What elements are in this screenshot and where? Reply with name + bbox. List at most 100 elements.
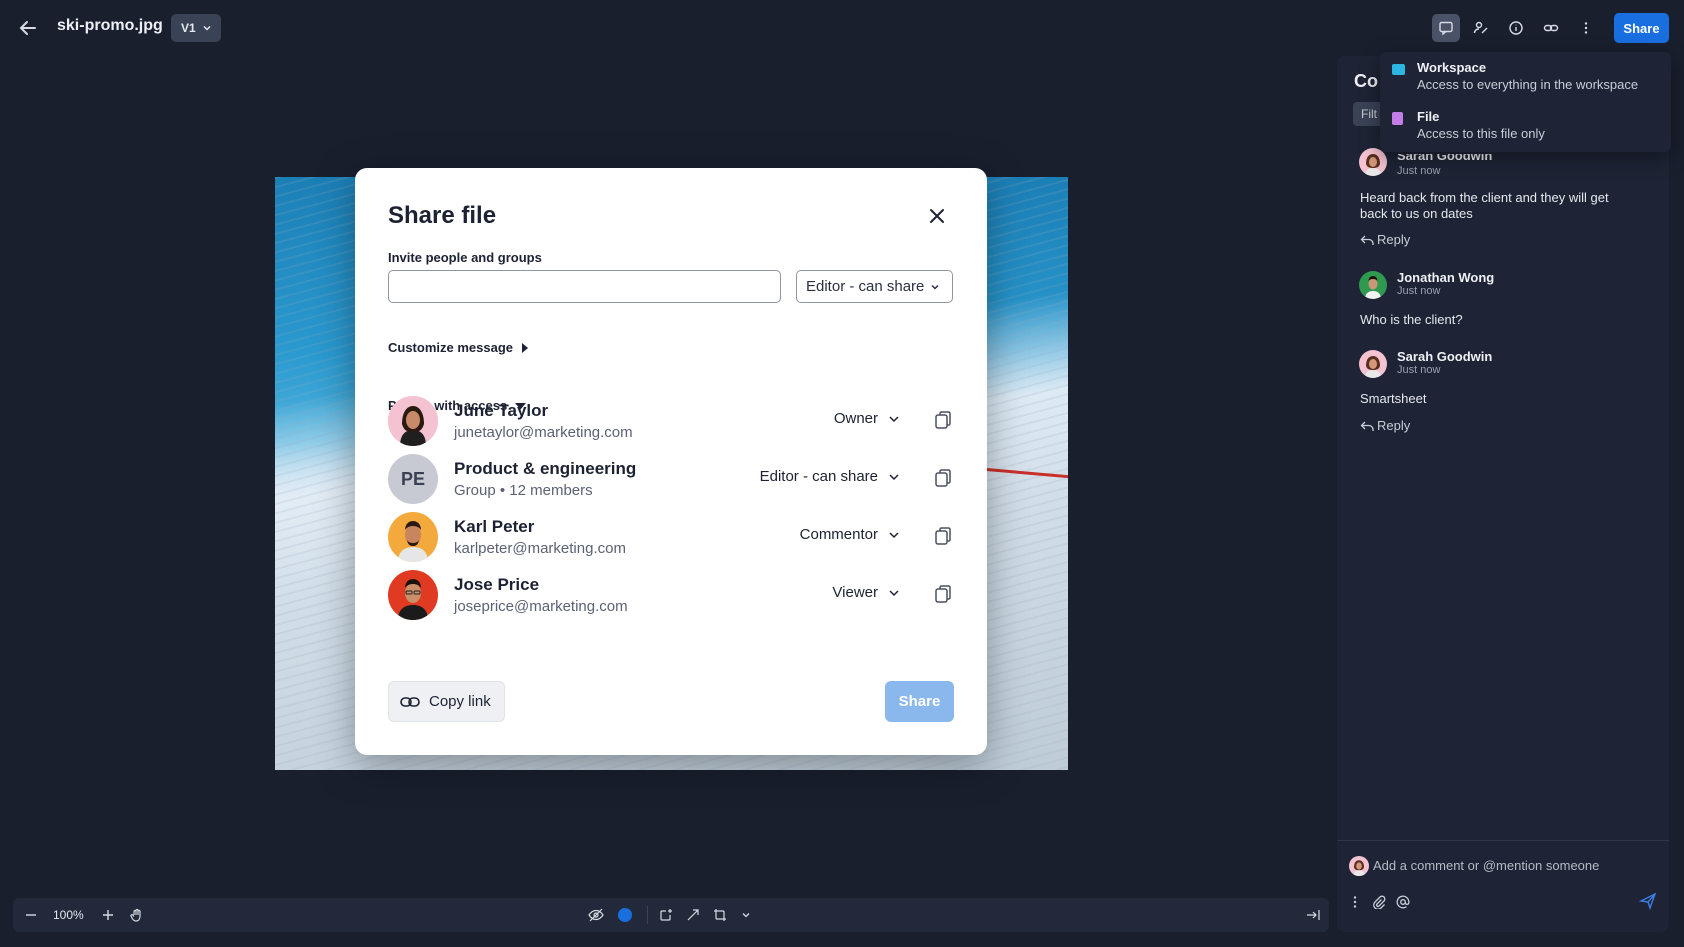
person-role-label: Owner: [833, 410, 878, 427]
people-icon[interactable]: [1467, 14, 1495, 42]
top-bar: ski-promo.jpg V1 Share: [0, 0, 1684, 56]
comment-time: Just now: [1397, 165, 1441, 177]
arrow-tool-icon[interactable]: [683, 905, 703, 925]
link-icon[interactable]: [1537, 14, 1565, 42]
attachment-icon[interactable]: [1369, 892, 1389, 912]
avatar: PE: [388, 454, 438, 504]
chevron-down-icon: [889, 531, 899, 538]
avatar: [1359, 271, 1387, 299]
chevron-down-icon: [889, 589, 899, 596]
divider: [647, 906, 648, 924]
person-row: Karl Peter karlpeter@marketing.com Comme…: [388, 512, 958, 562]
reply-icon: [1360, 421, 1374, 431]
version-label: V1: [181, 21, 196, 35]
comment-icon[interactable]: [1432, 14, 1460, 42]
copy-link-label: Copy link: [429, 693, 491, 710]
hide-annotations-icon[interactable]: [586, 905, 606, 925]
link-icon: [400, 696, 420, 707]
share-button[interactable]: Share: [1614, 13, 1669, 43]
comment-author: Jonathan Wong: [1397, 270, 1495, 285]
reply-button[interactable]: Reply: [1360, 232, 1410, 247]
comment-input[interactable]: Add a comment or @mention someone: [1373, 858, 1599, 873]
person-name: Jose Price: [454, 575, 540, 594]
info-icon[interactable]: [1502, 14, 1530, 42]
comment-time: Just now: [1397, 285, 1441, 297]
share-submit-button[interactable]: Share: [885, 681, 954, 722]
copy-icon[interactable]: [932, 583, 954, 605]
copy-link-button[interactable]: Copy link: [388, 681, 505, 722]
add-shape-icon[interactable]: [656, 905, 676, 925]
customize-message-label: Customize message: [388, 340, 513, 355]
reply-label: Reply: [1377, 418, 1411, 433]
share-file-dialog: Share file Invite people and groups Edit…: [355, 168, 987, 755]
role-select-value: Editor - can share: [806, 278, 925, 295]
chevron-down-icon: [203, 25, 211, 31]
chevron-down-icon: [889, 473, 899, 480]
collapse-panel-icon[interactable]: [1303, 905, 1323, 925]
person-email: karlpeter@marketing.com: [454, 540, 626, 557]
person-role-select[interactable]: Editor - can share: [760, 468, 900, 485]
reply-label: Reply: [1377, 232, 1411, 247]
dropdown-item-desc: Access to this file only: [1417, 126, 1545, 141]
avatar: [388, 396, 438, 446]
filter-button[interactable]: Filt: [1353, 102, 1383, 126]
person-row: June Taylor junetaylor@marketing.com Own…: [388, 396, 958, 446]
more-vertical-icon[interactable]: [1345, 892, 1365, 912]
avatar: [1359, 148, 1387, 176]
customize-message-toggle[interactable]: Customize message: [388, 340, 529, 355]
copy-icon[interactable]: [932, 409, 954, 431]
crop-icon[interactable]: [710, 905, 730, 925]
version-selector[interactable]: V1: [171, 14, 221, 42]
comment-author: Sarah Goodwin: [1397, 349, 1493, 364]
person-role-select[interactable]: Viewer: [832, 584, 900, 601]
chevron-down-icon[interactable]: [736, 905, 756, 925]
zoom-in-icon[interactable]: [98, 905, 118, 925]
person-row: PE Product & engineering Group • 12 memb…: [388, 454, 958, 504]
comment-time: Just now: [1397, 364, 1441, 376]
avatar: [1359, 350, 1387, 378]
person-email: junetaylor@marketing.com: [454, 424, 633, 441]
person-role-select[interactable]: Owner: [834, 410, 900, 427]
file-icon: [1392, 112, 1403, 125]
avatar: [388, 512, 438, 562]
copy-icon[interactable]: [932, 467, 954, 489]
hand-icon[interactable]: [127, 905, 147, 925]
back-arrow-icon[interactable]: [16, 16, 40, 40]
divider: [1337, 840, 1669, 841]
zoom-out-icon[interactable]: [21, 905, 41, 925]
role-select[interactable]: Editor - can share: [796, 270, 953, 303]
person-role-label: Commentor: [799, 526, 878, 543]
dropdown-item-title: File: [1417, 109, 1440, 124]
close-icon[interactable]: [925, 204, 949, 228]
reply-button[interactable]: Reply: [1360, 418, 1410, 433]
person-role-label: Viewer: [832, 584, 878, 601]
color-picker[interactable]: [618, 908, 632, 922]
zoom-level[interactable]: 100%: [53, 908, 84, 922]
caret-right-icon: [522, 342, 528, 353]
dropdown-item-title: Workspace: [1417, 60, 1487, 75]
comment-text: Smartsheet: [1360, 391, 1427, 406]
comment-text: Who is the client?: [1360, 312, 1463, 327]
panel-title: Co: [1354, 71, 1378, 91]
mention-icon[interactable]: [1393, 892, 1413, 912]
person-role-select[interactable]: Commentor: [800, 526, 900, 543]
more-vertical-icon[interactable]: [1572, 14, 1600, 42]
person-role-label: Editor - can share: [759, 468, 878, 485]
dropdown-item-desc: Access to everything in the workspace: [1417, 77, 1639, 92]
invite-label: Invite people and groups: [388, 250, 542, 265]
dialog-title: Share file: [388, 202, 497, 229]
person-name: June Taylor: [454, 401, 549, 420]
invite-input[interactable]: [388, 270, 781, 303]
person-name: Karl Peter: [454, 517, 535, 536]
chevron-down-icon: [931, 284, 939, 290]
file-name: ski-promo.jpg: [57, 17, 163, 34]
send-icon[interactable]: [1638, 892, 1659, 912]
workspace-icon: [1392, 64, 1405, 75]
bottom-toolbar: 100%: [13, 898, 1329, 932]
avatar: [388, 570, 438, 620]
group-members: Group • 12 members: [454, 482, 593, 499]
person-name: Product & engineering: [454, 459, 637, 478]
access-dropdown-menu: Workspace Access to everything in the wo…: [1380, 52, 1671, 152]
copy-icon[interactable]: [932, 525, 954, 547]
reply-icon: [1360, 235, 1374, 245]
